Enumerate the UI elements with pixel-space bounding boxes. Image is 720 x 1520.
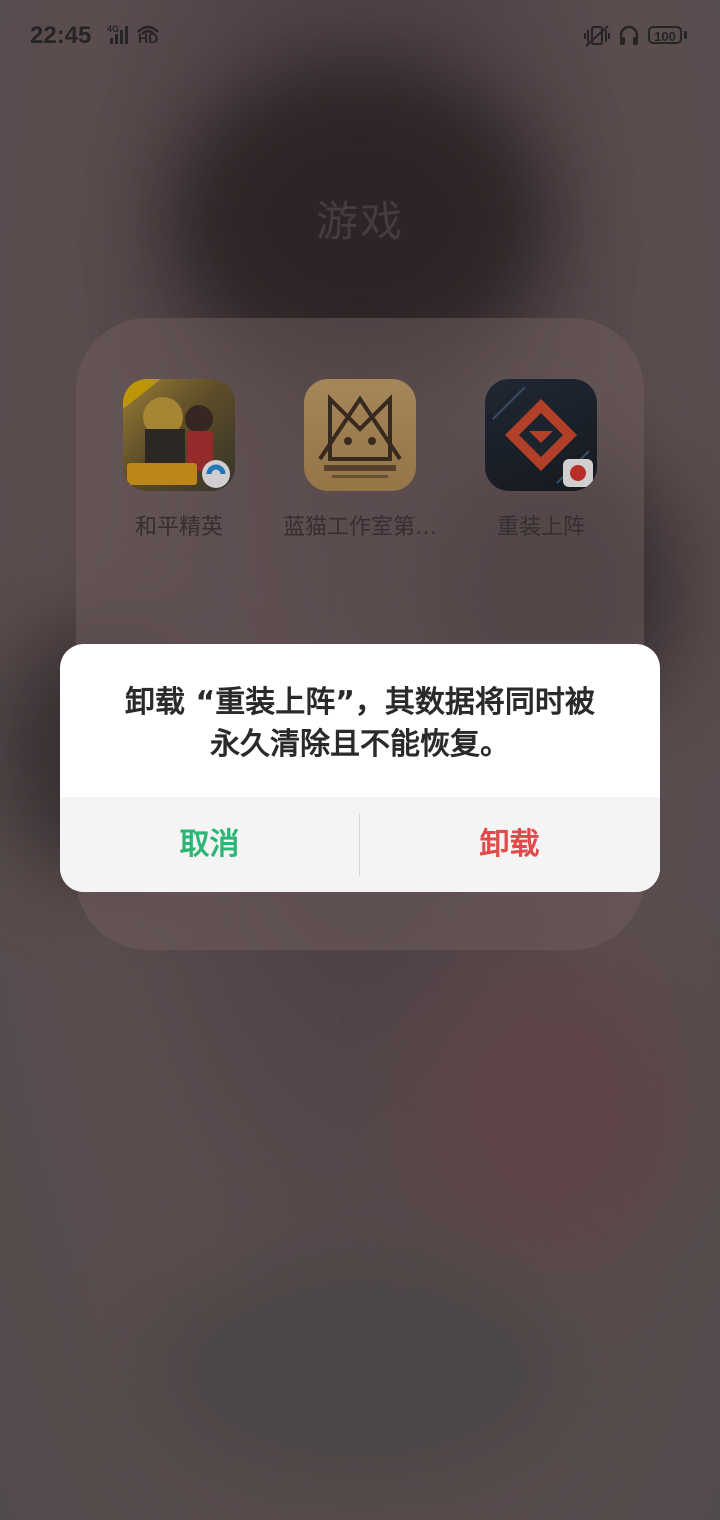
- uninstall-dialog: 卸载 “重装上阵”，其数据将同时被 永久清除且不能恢复。 取消 卸载: [60, 644, 660, 892]
- cancel-button[interactable]: 取消: [60, 797, 359, 892]
- dialog-actions: 取消 卸载: [60, 797, 660, 892]
- dialog-message: 卸载 “重装上阵”，其数据将同时被 永久清除且不能恢复。: [100, 682, 620, 766]
- dialog-message-line1: 卸载 “重装上阵”，其数据将同时被: [125, 685, 595, 720]
- dialog-message-line2: 永久清除且不能恢复。: [210, 727, 510, 762]
- uninstall-button[interactable]: 卸载: [360, 797, 659, 892]
